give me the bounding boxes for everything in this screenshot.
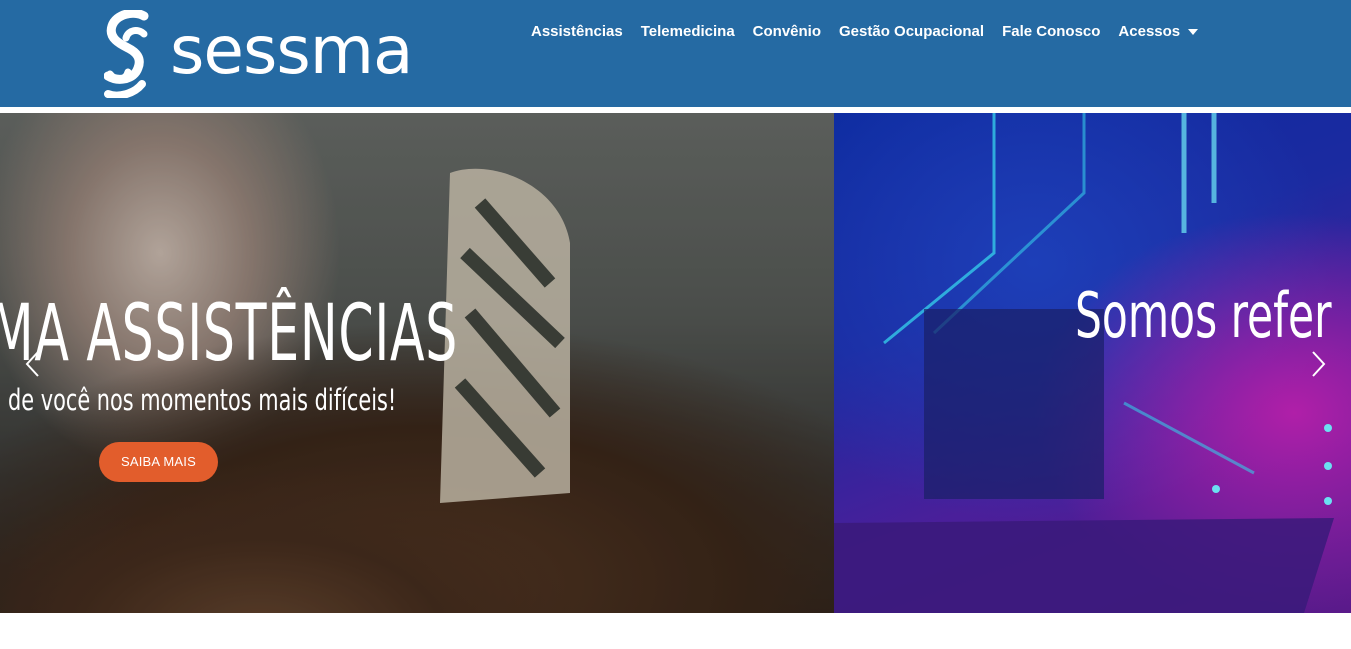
logo-wordmark: sessma — [170, 12, 413, 89]
nav-item-gestao-ocupacional[interactable]: Gestão Ocupacional — [830, 22, 993, 42]
nav-item-acessos-label: Acessos — [1118, 23, 1181, 40]
nav-item-convenio[interactable]: Convênio — [744, 22, 830, 42]
saiba-mais-button[interactable]: SAIBA MAIS — [99, 442, 218, 482]
hero-slider[interactable]: MA ASSISTÊNCIAS de você nos momentos mai… — [0, 113, 1351, 613]
neon-lines-decoration — [834, 113, 1334, 613]
slide-referencia-image — [834, 113, 1351, 613]
slide-title-referencia: Somos refer — [1075, 279, 1332, 352]
main-nav: Assistências Telemedicina Convênio Gestã… — [522, 22, 1207, 42]
nav-item-fale-conosco[interactable]: Fale Conosco — [993, 22, 1109, 42]
caret-down-icon — [1188, 29, 1199, 35]
nav-item-acessos[interactable]: Acessos — [1109, 22, 1207, 42]
sessma-logo[interactable]: sessma — [104, 10, 414, 98]
sessma-logo-mark-icon — [104, 10, 149, 98]
nav-item-telemedicina[interactable]: Telemedicina — [632, 22, 744, 42]
slide-title-assistencias: MA ASSISTÊNCIAS — [0, 289, 459, 379]
chevron-left-icon[interactable] — [24, 350, 40, 378]
slide-subtitle-assistencias: de você nos momentos mais difíceis! — [8, 383, 397, 417]
chevron-right-icon[interactable] — [1311, 350, 1327, 378]
site-header: sessma Assistências Telemedicina Convêni… — [0, 0, 1351, 107]
nav-item-assistencias[interactable]: Assistências — [522, 22, 632, 42]
